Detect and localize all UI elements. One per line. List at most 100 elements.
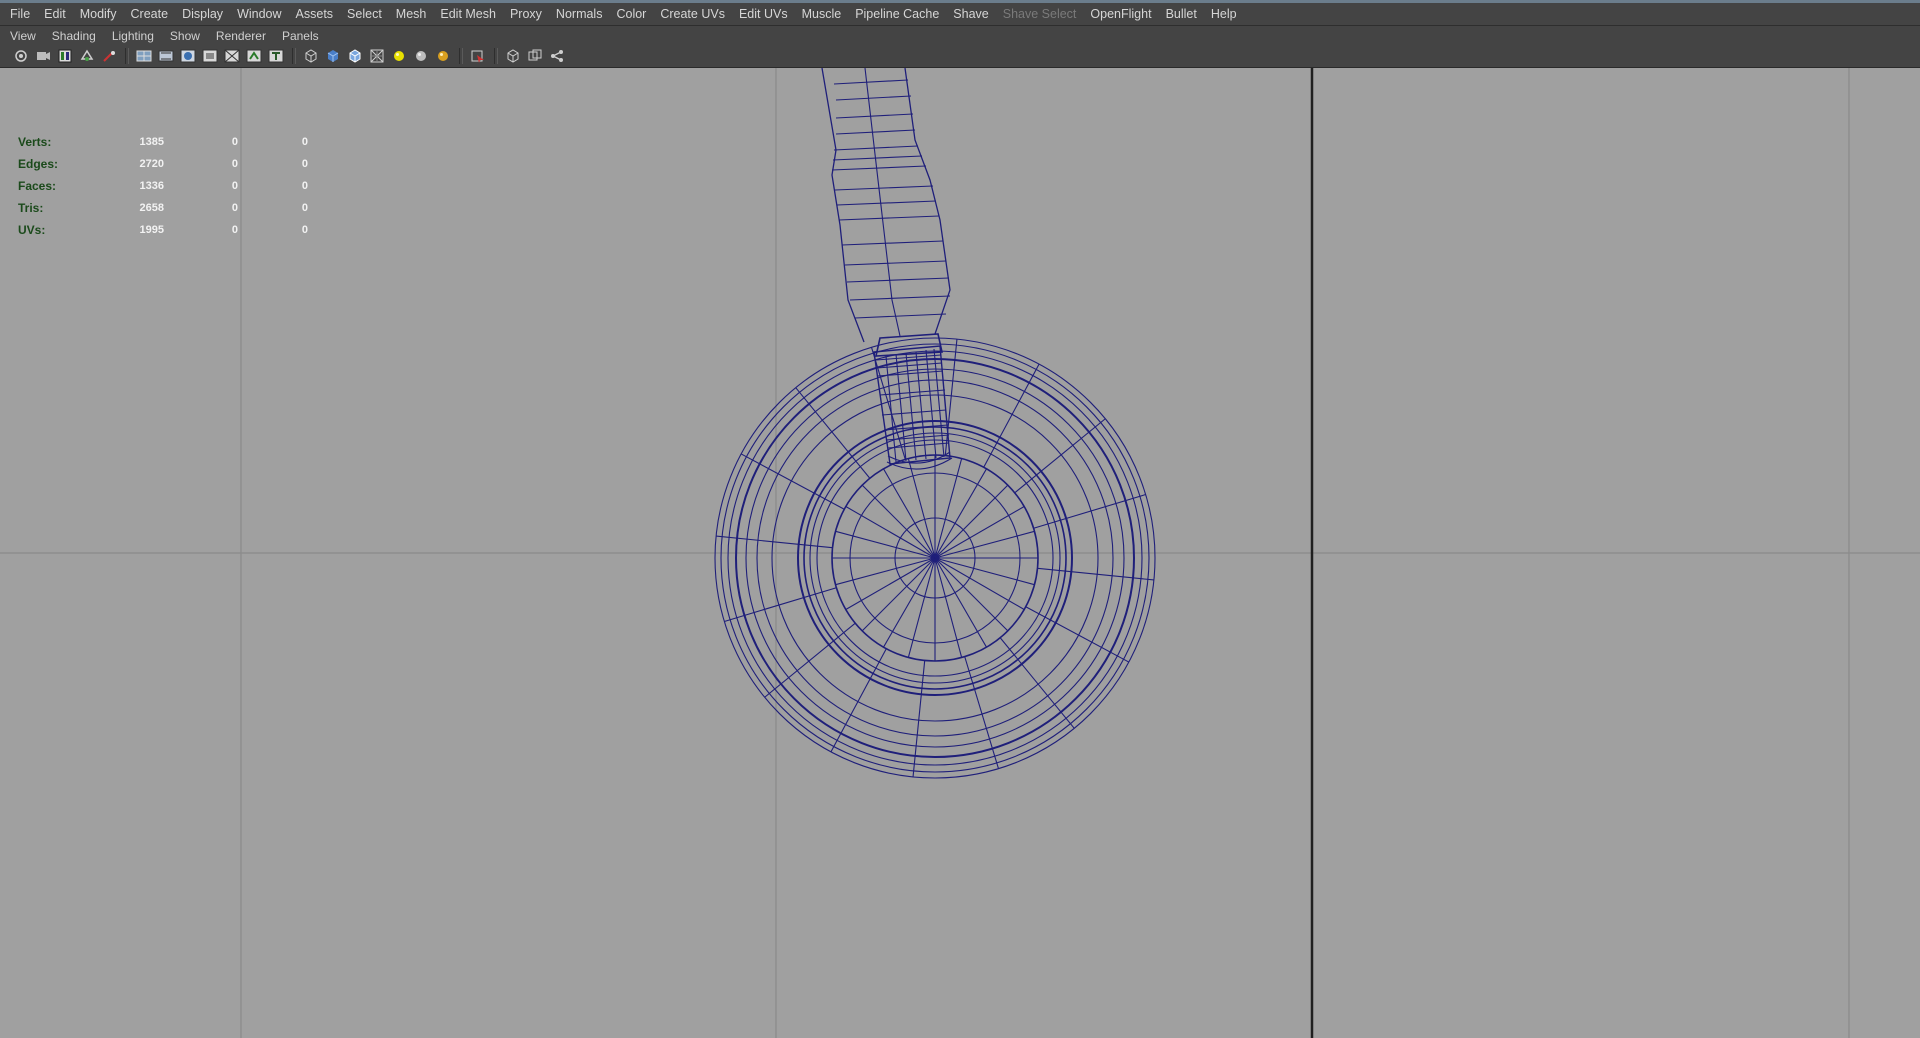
mesh-spoke — [716, 535, 833, 549]
hud-value: 0 — [301, 224, 308, 236]
menu-openflight[interactable]: OpenFlight — [1083, 7, 1158, 21]
headband-ring — [836, 200, 937, 206]
panel-toolbar — [0, 45, 1920, 68]
image-plane-icon[interactable] — [56, 47, 74, 65]
mesh-spoke — [934, 506, 1025, 559]
menu-modify[interactable]: Modify — [73, 7, 124, 21]
menu-color[interactable]: Color — [609, 7, 653, 21]
maya-window: File Edit Modify Create Display Window A… — [0, 0, 1920, 1038]
hud-value: 0 — [301, 180, 308, 192]
menu-shave[interactable]: Shave — [946, 7, 995, 21]
2d-pan-zoom-icon[interactable] — [78, 47, 96, 65]
mesh-spoke — [934, 557, 1025, 610]
field-chart-icon[interactable] — [223, 47, 241, 65]
isolate-select-icon[interactable] — [469, 47, 487, 65]
bookmark-icon[interactable] — [34, 47, 52, 65]
hud-value: 0 — [301, 158, 308, 170]
headband-ring — [834, 185, 934, 191]
camera-attributes-icon[interactable] — [12, 47, 30, 65]
viewport-canvas[interactable]: Verts: 1385 0 0 Edges: 2720 0 0 Faces: 1… — [0, 68, 1920, 1038]
hud-value: 2720 — [139, 158, 164, 170]
headband-ring — [846, 277, 950, 283]
menu-bullet[interactable]: Bullet — [1159, 7, 1204, 21]
mesh-spoke — [861, 557, 936, 632]
grid-icon[interactable] — [135, 47, 153, 65]
menu-create-uvs[interactable]: Create UVs — [653, 7, 732, 21]
grease-pencil-icon[interactable] — [100, 47, 118, 65]
neck-edge — [933, 348, 945, 458]
mesh-spoke — [934, 468, 987, 559]
headband-ring — [833, 145, 919, 151]
menu-mesh[interactable]: Mesh — [389, 7, 434, 21]
hud-value: 0 — [301, 136, 308, 148]
hud-label: Verts: — [18, 135, 52, 149]
hud-value: 1995 — [139, 224, 164, 236]
headband-ring — [835, 95, 912, 101]
panel-menu-shading[interactable]: Shading — [44, 29, 104, 43]
mesh-spoke — [934, 557, 1009, 632]
frame-selected-icon[interactable] — [526, 47, 544, 65]
panel-menu-renderer[interactable]: Renderer — [208, 29, 274, 43]
hud-value: 0 — [231, 202, 238, 214]
ambient-occlusion-icon[interactable] — [434, 47, 452, 65]
safe-action-icon[interactable] — [245, 47, 263, 65]
headband-ring — [841, 240, 944, 246]
mesh-spoke — [999, 637, 1075, 729]
frame-all-icon[interactable] — [504, 47, 522, 65]
menu-muscle[interactable]: Muscle — [795, 7, 849, 21]
mesh-spoke — [934, 484, 1009, 559]
neck-edge — [925, 349, 937, 459]
panel-menu-lighting[interactable]: Lighting — [104, 29, 162, 43]
neck-edge — [915, 351, 927, 460]
menu-create[interactable]: Create — [124, 7, 176, 21]
hud-value: 0 — [231, 224, 238, 236]
headband-ring — [844, 260, 947, 266]
xray-icon[interactable] — [368, 47, 386, 65]
headband-ring — [833, 79, 909, 85]
hud-value: 2658 — [139, 202, 164, 214]
mesh-spoke — [1037, 567, 1154, 581]
film-gate-icon[interactable] — [157, 47, 175, 65]
neck-edge — [905, 352, 917, 461]
menu-window[interactable]: Window — [230, 7, 288, 21]
menu-help[interactable]: Help — [1204, 7, 1244, 21]
panel-menu-view[interactable]: View — [0, 29, 44, 43]
menu-display[interactable]: Display — [175, 7, 230, 21]
menu-proxy[interactable]: Proxy — [503, 7, 549, 21]
hud-label: Tris: — [18, 201, 44, 215]
toolbar-separator — [292, 48, 296, 64]
default-light-icon[interactable] — [390, 47, 408, 65]
menu-file[interactable]: File — [0, 7, 37, 21]
menu-edit-uvs[interactable]: Edit UVs — [732, 7, 795, 21]
wireframe-icon[interactable] — [302, 47, 320, 65]
hud-label: Faces: — [18, 179, 57, 193]
smooth-shade-icon[interactable] — [324, 47, 342, 65]
panel-menu-panels[interactable]: Panels — [274, 29, 327, 43]
hud-value: 0 — [231, 158, 238, 170]
resolution-gate-icon[interactable] — [179, 47, 197, 65]
main-menu-bar: File Edit Modify Create Display Window A… — [0, 3, 1920, 26]
menu-pipeline-cache[interactable]: Pipeline Cache — [848, 7, 946, 21]
mesh-spoke — [795, 387, 871, 479]
hud-value: 1336 — [139, 180, 164, 192]
headband-ring — [835, 129, 916, 135]
mesh-spoke — [1014, 418, 1106, 494]
menu-shave-select: Shave Select — [1002, 7, 1077, 21]
hud-label: Edges: — [18, 157, 59, 171]
share-icon[interactable] — [548, 47, 566, 65]
mesh-spokes — [716, 339, 1154, 777]
mesh-spoke — [845, 557, 936, 610]
menu-edit[interactable]: Edit — [37, 7, 73, 21]
wireframe-mesh — [714, 68, 1156, 779]
menu-select[interactable]: Select — [340, 7, 389, 21]
panel-menu-show[interactable]: Show — [162, 29, 208, 43]
wireframe-on-shaded-icon[interactable] — [346, 47, 364, 65]
menu-assets[interactable]: Assets — [289, 7, 341, 21]
safe-title-icon[interactable] — [267, 47, 285, 65]
shadows-icon[interactable] — [412, 47, 430, 65]
menu-normals[interactable]: Normals — [549, 7, 610, 21]
gate-mask-icon[interactable] — [201, 47, 219, 65]
menu-edit-mesh[interactable]: Edit Mesh — [433, 7, 503, 21]
mesh-spoke — [861, 484, 936, 559]
headband-ring — [854, 313, 947, 319]
